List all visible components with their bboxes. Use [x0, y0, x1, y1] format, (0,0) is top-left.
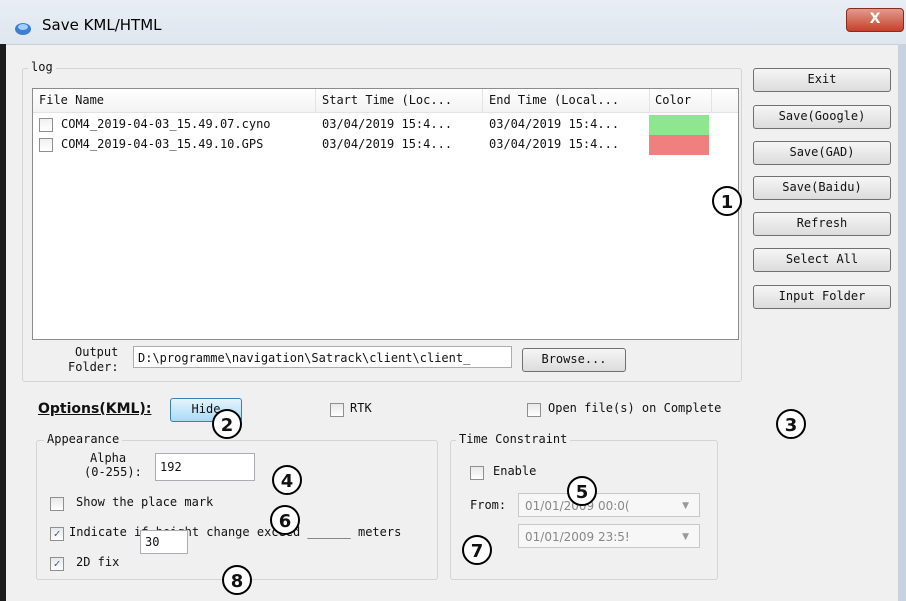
to-datetime-value: 01/01/2009 23:5!: [525, 530, 630, 544]
save-kml-window: Save KML/HTML X log File Name Start Time…: [0, 0, 906, 601]
color-swatch[interactable]: [649, 115, 709, 135]
column-color[interactable]: Color: [649, 89, 712, 112]
callout-1: 1: [712, 186, 742, 216]
output-folder-label-line2: Folder:: [68, 360, 119, 374]
column-end-time[interactable]: End Time (Local...: [483, 89, 650, 112]
table-row[interactable]: COM4_2019-04-03_15.49.10.GPS 03/04/2019 …: [33, 135, 738, 155]
save-google-button[interactable]: Save(Google): [753, 105, 891, 129]
rtk-label: RTK: [350, 401, 372, 415]
end-time-cell: 03/04/2019 15:4...: [489, 117, 620, 131]
to-datetime-picker[interactable]: 01/01/2009 23:5! ▼: [518, 524, 700, 548]
select-all-button[interactable]: Select All: [753, 248, 891, 272]
height-threshold-input[interactable]: 30: [140, 530, 188, 554]
fix-2d-checkbox[interactable]: ✓: [50, 557, 64, 571]
column-start-time[interactable]: Start Time (Loc...: [316, 89, 483, 112]
callout-4: 4: [272, 465, 302, 495]
callout-7: 7: [462, 535, 492, 565]
start-time-cell: 03/04/2019 15:4...: [322, 117, 453, 131]
open-on-complete-label: Open file(s) on Complete: [548, 401, 722, 415]
from-datetime-picker[interactable]: 01/01/2009 00:0( ▼: [518, 493, 700, 517]
start-time-cell: 03/04/2019 15:4...: [322, 137, 453, 151]
open-on-complete-checkbox[interactable]: [527, 403, 541, 417]
show-placemark-checkbox[interactable]: [50, 497, 64, 511]
callout-2: 2: [212, 409, 242, 439]
file-name-cell: COM4_2019-04-03_15.49.10.GPS: [61, 137, 264, 151]
options-kml-label: Options(KML):: [38, 401, 152, 417]
show-placemark-label: Show the place mark: [76, 495, 214, 509]
log-legend: log: [28, 60, 56, 74]
title-bar: Save KML/HTML X: [0, 0, 906, 45]
alpha-input[interactable]: 192: [155, 453, 255, 481]
from-label: From:: [470, 498, 507, 512]
callout-6: 6: [270, 505, 300, 535]
save-baidu-button[interactable]: Save(Baidu): [753, 176, 891, 200]
close-button[interactable]: X: [846, 8, 904, 32]
enable-time-checkbox[interactable]: [470, 466, 484, 480]
file-list-header: File Name Start Time (Loc... End Time (L…: [33, 89, 738, 113]
callout-3: 3: [776, 409, 806, 439]
row-checkbox[interactable]: [39, 118, 53, 132]
rtk-checkbox[interactable]: [330, 403, 344, 417]
browse-button[interactable]: Browse...: [522, 348, 626, 372]
enable-time-label: Enable: [493, 464, 537, 478]
window-title: Save KML/HTML: [42, 16, 162, 34]
save-gad-button[interactable]: Save(GAD): [753, 141, 891, 165]
file-list[interactable]: File Name Start Time (Loc... End Time (L…: [32, 88, 739, 340]
time-constraint-legend: Time Constraint: [456, 432, 571, 446]
app-icon: [15, 23, 31, 35]
alpha-label-line1: Alpha: [90, 451, 127, 465]
file-name-cell: COM4_2019-04-03_15.49.07.cyno: [61, 117, 271, 131]
table-row[interactable]: COM4_2019-04-03_15.49.07.cyno 03/04/2019…: [33, 115, 738, 135]
callout-8: 8: [222, 565, 252, 595]
alpha-label-line2: (0-255):: [84, 465, 142, 479]
indicate-height-label: Indicate if height change exceed ______ …: [69, 525, 402, 539]
input-folder-button[interactable]: Input Folder: [753, 285, 891, 309]
window-left-border: [0, 44, 6, 601]
output-folder-label-line1: Output: [75, 345, 119, 359]
fix-2d-label: 2D fix: [76, 555, 120, 569]
exit-button[interactable]: Exit: [753, 68, 891, 92]
refresh-button[interactable]: Refresh: [753, 212, 891, 236]
callout-5: 5: [567, 476, 597, 506]
window-right-border: [898, 44, 906, 601]
row-checkbox[interactable]: [39, 138, 53, 152]
output-folder-field[interactable]: D:\programme\navigation\Satrack\client\c…: [133, 346, 512, 368]
end-time-cell: 03/04/2019 15:4...: [489, 137, 620, 151]
column-file-name[interactable]: File Name: [33, 89, 316, 112]
indicate-height-checkbox[interactable]: ✓: [50, 527, 64, 541]
chevron-down-icon: ▼: [682, 501, 689, 511]
appearance-legend: Appearance: [44, 432, 123, 446]
color-swatch[interactable]: [649, 135, 709, 155]
chevron-down-icon: ▼: [682, 532, 689, 542]
